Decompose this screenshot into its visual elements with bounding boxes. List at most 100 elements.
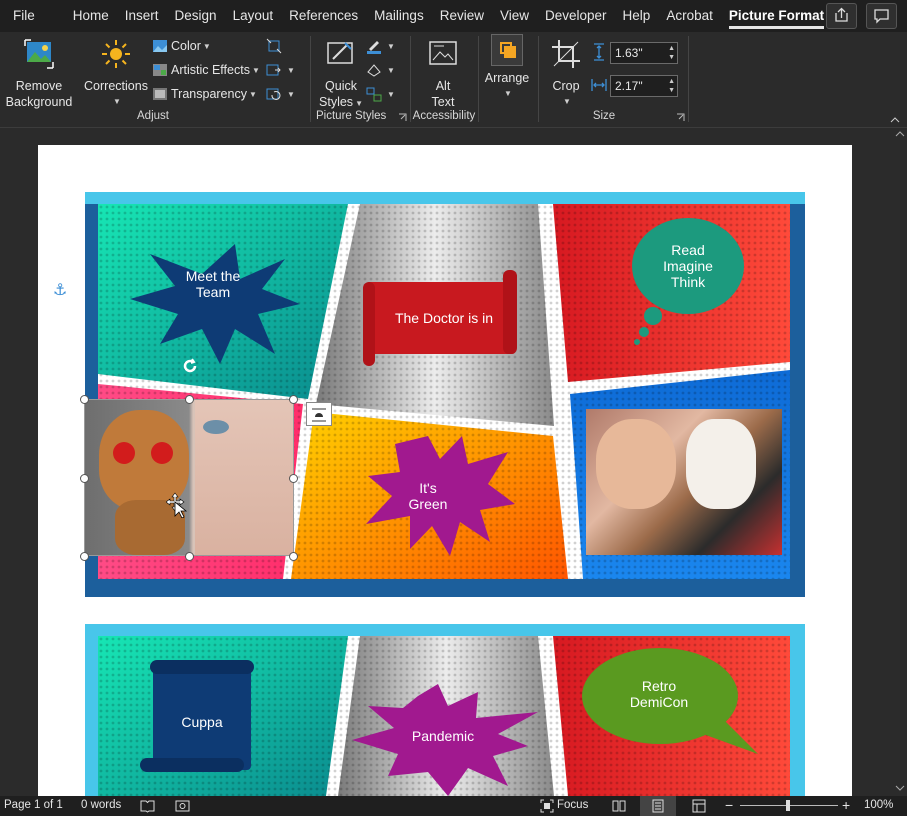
alt-text-button[interactable]: Alt Text xyxy=(418,38,468,110)
resize-handle-top-right[interactable] xyxy=(289,395,298,404)
tab-view[interactable]: View xyxy=(492,0,537,32)
pen-icon xyxy=(367,41,381,54)
resize-handle-top-left[interactable] xyxy=(80,395,89,404)
dialog-launcher-icon[interactable] xyxy=(398,113,407,122)
arrange-label: Arrange xyxy=(484,71,530,85)
zoom-level[interactable]: 100% xyxy=(864,799,893,811)
dialog-launcher-icon[interactable] xyxy=(676,113,685,122)
resize-handle-middle-right[interactable] xyxy=(289,474,298,483)
crop-button[interactable]: Crop ▼ xyxy=(544,38,588,110)
face-shape xyxy=(596,419,676,509)
corrections-button[interactable]: Corrections ▼ xyxy=(82,38,150,110)
zoom-in-button[interactable]: + xyxy=(842,797,850,813)
share-button[interactable] xyxy=(826,3,857,29)
picture-layout-icon xyxy=(366,87,382,102)
selected-photo-figure-and-face[interactable] xyxy=(84,399,294,556)
print-layout-icon xyxy=(652,799,664,813)
tab-layout[interactable]: Layout xyxy=(225,0,282,32)
chevron-down-icon: ▼ xyxy=(251,65,260,75)
spin-arrows-icon[interactable]: ▲ ▼ xyxy=(668,77,675,95)
resize-handle-top-middle[interactable] xyxy=(185,395,194,404)
word-count[interactable]: 0 words xyxy=(81,799,121,811)
anchor-icon[interactable]: ⚓ xyxy=(53,280,67,300)
comments-button[interactable] xyxy=(866,3,897,29)
arrange-button[interactable]: Arrange ▼ xyxy=(482,34,532,102)
vertical-scrollbar[interactable] xyxy=(893,128,907,796)
tab-references[interactable]: References xyxy=(281,0,366,32)
comment-icon xyxy=(874,9,889,24)
web-layout-icon[interactable] xyxy=(692,799,706,813)
crop-icon xyxy=(552,40,580,68)
page-count[interactable]: Page 1 of 1 xyxy=(4,799,63,811)
face-eye xyxy=(203,420,229,434)
layout-options-button[interactable] xyxy=(306,402,332,426)
remove-background-icon xyxy=(24,39,54,69)
picture-effects-button[interactable]: ▼ xyxy=(366,60,395,80)
compress-pictures-button[interactable] xyxy=(266,36,285,56)
ribbon: Remove Background Corrections ▼ Color ▼ A… xyxy=(0,32,907,128)
resize-handle-bottom-middle[interactable] xyxy=(185,552,194,561)
reset-picture-button[interactable]: ▼ xyxy=(266,84,295,104)
focus-label[interactable]: Focus xyxy=(557,799,588,811)
figure-eye-left xyxy=(113,442,135,464)
burst-line-1: Meet the xyxy=(185,268,241,284)
quick-styles-icon xyxy=(327,42,353,64)
resize-handle-middle-left[interactable] xyxy=(80,474,89,483)
bubble-line-1: Retro xyxy=(641,678,677,694)
group-divider xyxy=(688,36,689,122)
burst-line-1: It's xyxy=(419,480,437,496)
tab-review[interactable]: Review xyxy=(432,0,492,32)
change-picture-button[interactable]: ▼ xyxy=(266,60,295,80)
chevron-down-icon: ▼ xyxy=(563,97,571,106)
reset-picture-icon xyxy=(266,88,281,100)
scroll-down-icon[interactable] xyxy=(895,784,905,792)
width-value: 2.17" xyxy=(615,79,643,93)
book-icon[interactable] xyxy=(140,799,155,813)
tab-home[interactable]: Home xyxy=(65,0,117,32)
arrange-icon xyxy=(491,34,523,66)
cloud-line-1: Read xyxy=(671,242,705,258)
comic-strip-2[interactable]: Cuppa Pandemic Retro DemiCon xyxy=(85,624,805,796)
chevron-down-icon: ▼ xyxy=(387,89,395,99)
transparency-button[interactable]: Transparency ▼ xyxy=(152,84,257,104)
size-group-label: Size xyxy=(592,110,616,122)
tab-insert[interactable]: Insert xyxy=(117,0,167,32)
move-cursor-icon xyxy=(166,492,188,518)
spin-arrows-icon[interactable]: ▲ ▼ xyxy=(668,44,675,62)
alt-text-label-1: Alt xyxy=(435,79,451,93)
tab-file[interactable]: File xyxy=(5,0,43,32)
photo-man-with-dog[interactable] xyxy=(586,409,782,555)
rotate-handle-icon[interactable] xyxy=(180,356,200,376)
resize-handle-bottom-right[interactable] xyxy=(289,552,298,561)
compress-icon xyxy=(266,38,282,54)
chevron-down-icon: ▼ xyxy=(202,41,211,51)
tab-help[interactable]: Help xyxy=(615,0,659,32)
artistic-effects-button[interactable]: Artistic Effects ▼ xyxy=(152,60,260,80)
print-layout-button[interactable] xyxy=(640,796,676,816)
remove-background-button[interactable]: Remove Background xyxy=(4,38,74,110)
collapse-ribbon-icon[interactable] xyxy=(890,116,900,124)
picture-layout-button[interactable]: ▼ xyxy=(366,84,395,104)
focus-icon[interactable] xyxy=(540,799,554,813)
tab-picture-format[interactable]: Picture Format xyxy=(721,0,832,32)
burst-line-2: Green xyxy=(408,496,448,512)
zoom-out-button[interactable]: − xyxy=(725,797,733,813)
tab-design[interactable]: Design xyxy=(167,0,225,32)
cloud-line-2: Imagine xyxy=(663,258,713,274)
read-mode-icon[interactable] xyxy=(612,799,626,813)
resize-handle-bottom-left[interactable] xyxy=(80,552,89,561)
zoom-slider-thumb[interactable] xyxy=(786,800,790,811)
width-field[interactable]: 2.17" ▲ ▼ xyxy=(610,75,678,97)
height-value: 1.63" xyxy=(615,46,643,60)
tab-mailings[interactable]: Mailings xyxy=(366,0,432,32)
transparency-label: Transparency xyxy=(171,87,247,101)
height-field[interactable]: 1.63" ▲ ▼ xyxy=(610,42,678,64)
quick-styles-button[interactable]: Quick Styles ▼ xyxy=(316,38,366,112)
picture-border-button[interactable]: ▼ xyxy=(366,36,395,56)
accessibility-check-icon[interactable] xyxy=(175,799,191,813)
tab-acrobat[interactable]: Acrobat xyxy=(658,0,721,32)
chevron-down-icon: ▼ xyxy=(504,89,512,98)
scroll-up-icon[interactable] xyxy=(895,130,905,138)
color-button[interactable]: Color ▼ xyxy=(152,36,211,56)
tab-developer[interactable]: Developer xyxy=(537,0,615,32)
